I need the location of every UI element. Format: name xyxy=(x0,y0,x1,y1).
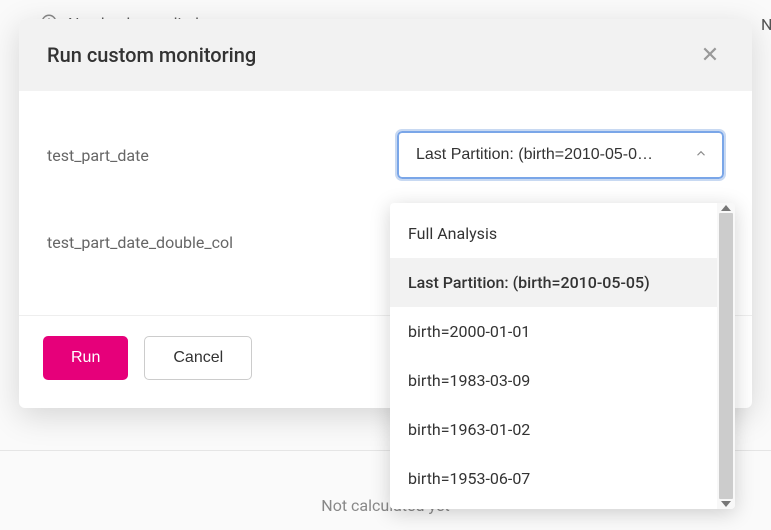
dropdown-item[interactable]: birth=1953-06-07 xyxy=(390,454,717,503)
scroll-thumb[interactable] xyxy=(719,213,733,499)
modal-header: Run custom monitoring ✕ xyxy=(19,19,752,91)
modal-title: Run custom monitoring xyxy=(47,43,256,67)
close-button[interactable]: ✕ xyxy=(696,41,724,69)
dropdown-item[interactable]: Full Analysis xyxy=(390,209,717,258)
select-wrapper-0: Last Partition: (birth=2010-05-0… xyxy=(397,131,724,179)
backdrop-side-text: N xyxy=(761,0,771,48)
dropdown-item[interactable]: birth=1963-01-02 xyxy=(390,405,717,454)
scroll-down-arrow-icon[interactable] xyxy=(721,501,731,507)
form-label-1: test_part_date_double_col xyxy=(47,233,397,252)
dropdown-item[interactable]: birth=2000-01-01 xyxy=(390,307,717,356)
form-label-0: test_part_date xyxy=(47,146,397,165)
partition-dropdown: Full AnalysisLast Partition: (birth=2010… xyxy=(390,203,735,509)
dropdown-list: Full AnalysisLast Partition: (birth=2010… xyxy=(390,203,717,509)
partition-select-0[interactable]: Last Partition: (birth=2010-05-0… xyxy=(397,131,724,179)
scroll-up-arrow-icon[interactable] xyxy=(721,205,731,211)
run-button[interactable]: Run xyxy=(43,336,128,380)
close-icon: ✕ xyxy=(701,42,719,68)
cancel-button[interactable]: Cancel xyxy=(144,336,252,380)
dropdown-scrollbar[interactable] xyxy=(717,203,735,509)
dropdown-item[interactable]: birth=1983-03-09 xyxy=(390,356,717,405)
form-row: test_part_date Last Partition: (birth=20… xyxy=(47,131,724,179)
dropdown-item[interactable]: Last Partition: (birth=2010-05-05) xyxy=(390,258,717,307)
